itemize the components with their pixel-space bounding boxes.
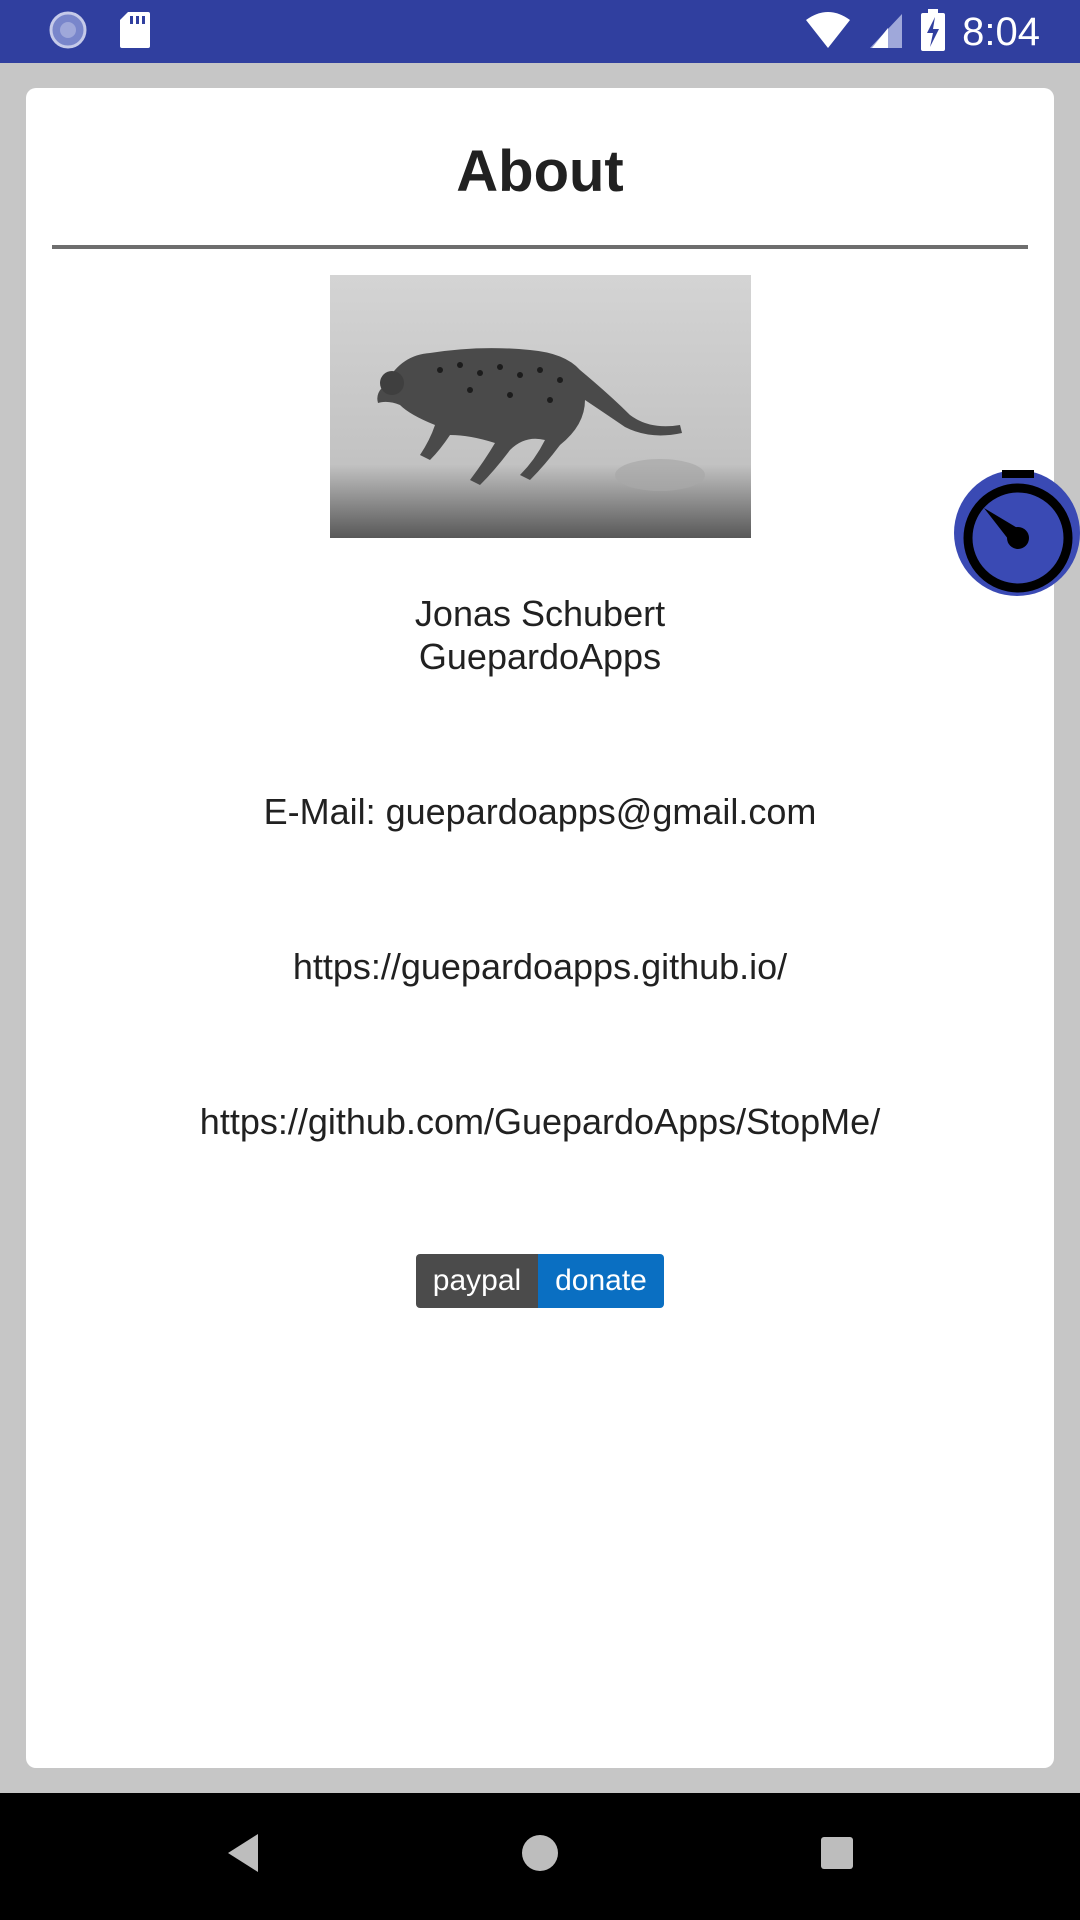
cheetah-photo (330, 275, 751, 538)
wifi-icon (804, 10, 852, 55)
sync-icon (48, 10, 88, 55)
email-link[interactable]: E-Mail: guepardoapps@gmail.com (26, 791, 1054, 833)
sd-card-icon (118, 10, 152, 55)
repository-link[interactable]: https://github.com/GuepardoApps/StopMe/ (26, 1101, 1054, 1143)
back-icon[interactable] (220, 1828, 270, 1883)
status-time: 8:04 (962, 10, 1040, 54)
dialog-title: About (456, 139, 624, 204)
about-dialog: About Jonas Schubert GuepardoApps E-Mail… (26, 88, 1054, 1768)
donate-label: donate (538, 1254, 664, 1308)
title-divider (52, 245, 1028, 249)
signal-icon (868, 10, 904, 55)
navigation-bar (0, 1793, 1080, 1920)
stopwatch-icon (954, 470, 1080, 600)
status-bar: 8:04 (0, 0, 1080, 63)
paypal-donate-button[interactable]: paypal donate (416, 1254, 664, 1308)
home-icon[interactable] (515, 1828, 565, 1883)
author-name: Jonas Schubert (414, 593, 666, 634)
website-link[interactable]: https://guepardoapps.github.io/ (26, 946, 1054, 988)
paypal-label: paypal (416, 1254, 538, 1308)
company-name: GuepardoApps (418, 636, 662, 677)
recents-icon[interactable] (812, 1828, 862, 1883)
battery-charging-icon (920, 8, 946, 56)
stopwatch-floating-button[interactable] (954, 470, 1080, 596)
